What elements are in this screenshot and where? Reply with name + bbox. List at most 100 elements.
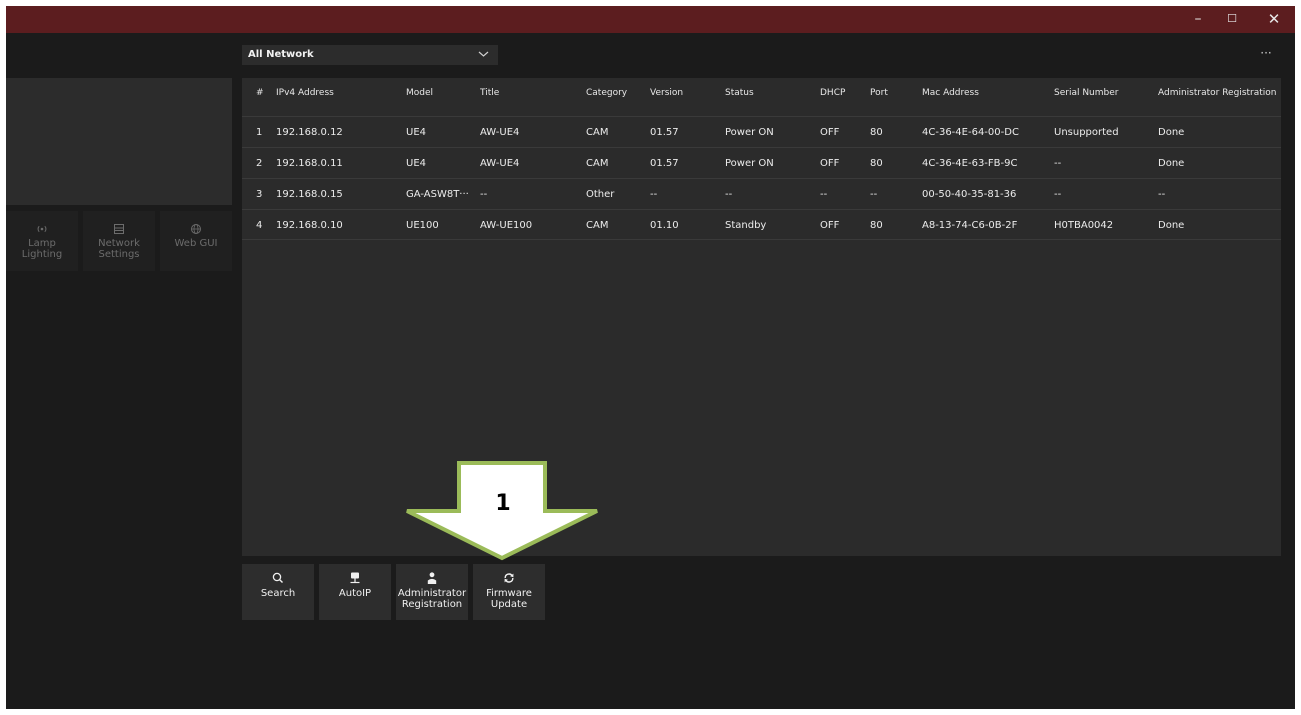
- cell-index: 1: [256, 127, 263, 138]
- col-header-ipv4[interactable]: IPv4 Address: [276, 78, 396, 109]
- cell-serial: Unsupported: [1054, 127, 1119, 138]
- cell-mac: A8-13-74-C6-0B-2F: [922, 220, 1018, 231]
- web-gui-button[interactable]: Web GUI: [160, 211, 232, 271]
- sidebar-tools: Lamp Lighting Network Settings Web GUI: [6, 211, 232, 271]
- cell-serial: --: [1054, 189, 1062, 200]
- col-header-status[interactable]: Status: [725, 78, 815, 109]
- web-gui-label: Web GUI: [174, 238, 218, 249]
- cell-version: 01.57: [650, 127, 679, 138]
- maximize-button[interactable]: ☐: [1214, 6, 1250, 33]
- col-header-admin-registration[interactable]: Administrator Registration: [1158, 78, 1280, 109]
- cell-status: Power ON: [725, 127, 774, 138]
- app-window: – ☐ ✕ All Network ··· Lamp Lighting Netw…: [6, 6, 1295, 709]
- cell-category: CAM: [586, 220, 609, 231]
- col-header-port[interactable]: Port: [870, 78, 910, 109]
- cell-serial: --: [1054, 158, 1062, 169]
- cell-category: CAM: [586, 127, 609, 138]
- network-settings-button[interactable]: Network Settings: [83, 211, 155, 271]
- cell-port: 80: [870, 127, 883, 138]
- table-row[interactable]: 3 192.168.0.15 GA-ASW8T··· -- Other -- -…: [242, 178, 1281, 209]
- col-header-dhcp[interactable]: DHCP: [820, 78, 870, 109]
- cell-version: --: [650, 189, 658, 200]
- firmware-update-label-2: Update: [490, 599, 528, 610]
- cell-ipv4: 192.168.0.10: [276, 220, 343, 231]
- col-header-title[interactable]: Title: [480, 78, 580, 109]
- col-header-mac[interactable]: Mac Address: [922, 78, 1042, 109]
- cell-model: UE4: [406, 158, 426, 169]
- chevron-down-icon: [478, 46, 489, 64]
- cell-title: AW-UE4: [480, 127, 520, 138]
- device-table: # IPv4 Address Model Title Category Vers…: [242, 78, 1281, 556]
- cell-dhcp: OFF: [820, 158, 840, 169]
- cell-serial: H0TBA0042: [1054, 220, 1114, 231]
- network-filter-value: All Network: [248, 49, 314, 60]
- network-settings-icon: [113, 223, 125, 235]
- globe-icon: [190, 223, 202, 235]
- network-settings-label-1: Network: [98, 238, 140, 249]
- col-header-index[interactable]: #: [256, 78, 276, 109]
- callout-step-number: 1: [495, 491, 511, 516]
- cell-title: --: [480, 189, 488, 200]
- network-filter-dropdown[interactable]: All Network: [242, 45, 498, 65]
- administrator-registration-button[interactable]: Administrator Registration: [396, 564, 468, 620]
- cell-version: 01.10: [650, 220, 679, 231]
- cell-port: --: [870, 189, 878, 200]
- lamp-lighting-label-2: Lighting: [21, 249, 63, 260]
- cell-version: 01.57: [650, 158, 679, 169]
- lamp-lighting-label-1: Lamp: [28, 238, 56, 249]
- cell-ipv4: 192.168.0.12: [276, 127, 343, 138]
- cell-port: 80: [870, 158, 883, 169]
- cell-index: 3: [256, 189, 263, 200]
- cell-dhcp: OFF: [820, 220, 840, 231]
- cell-title: AW-UE100: [480, 220, 533, 231]
- cell-status: Standby: [725, 220, 767, 231]
- cell-index: 4: [256, 220, 263, 231]
- cell-model: UE4: [406, 127, 426, 138]
- lamp-lighting-button[interactable]: Lamp Lighting: [6, 211, 78, 271]
- table-row[interactable]: 1 192.168.0.12 UE4 AW-UE4 CAM 01.57 Powe…: [242, 116, 1281, 147]
- cell-admin-registration: Done: [1158, 127, 1185, 138]
- cell-category: Other: [586, 189, 615, 200]
- user-icon: [425, 571, 439, 585]
- network-settings-label-2: Settings: [98, 249, 140, 260]
- cell-admin-registration: Done: [1158, 158, 1185, 169]
- auto-ip-icon: [348, 571, 362, 585]
- col-header-model[interactable]: Model: [406, 78, 476, 109]
- col-header-version[interactable]: Version: [650, 78, 710, 109]
- title-bar: – ☐ ✕: [6, 6, 1295, 33]
- cell-mac: 4C-36-4E-63-FB-9C: [922, 158, 1018, 169]
- search-label: Search: [260, 588, 296, 599]
- cell-mac: 4C-36-4E-64-00-DC: [922, 127, 1019, 138]
- firmware-update-label-1: Firmware: [486, 588, 532, 599]
- autoip-label: AutoIP: [338, 588, 372, 599]
- more-options-button[interactable]: ···: [1256, 46, 1276, 64]
- cell-dhcp: OFF: [820, 127, 840, 138]
- cell-status: Power ON: [725, 158, 774, 169]
- col-header-serial[interactable]: Serial Number: [1054, 78, 1154, 109]
- autoip-button[interactable]: AutoIP: [319, 564, 391, 620]
- camera-preview-panel: [6, 78, 232, 205]
- table-row[interactable]: 2 192.168.0.11 UE4 AW-UE4 CAM 01.57 Powe…: [242, 147, 1281, 178]
- refresh-icon: [502, 571, 516, 585]
- cell-title: AW-UE4: [480, 158, 520, 169]
- cell-category: CAM: [586, 158, 609, 169]
- search-button[interactable]: Search: [242, 564, 314, 620]
- administrator-registration-label-1: Administrator: [397, 588, 467, 599]
- cell-admin-registration: --: [1158, 189, 1166, 200]
- cell-ipv4: 192.168.0.11: [276, 158, 343, 169]
- administrator-registration-label-2: Registration: [401, 599, 463, 610]
- firmware-update-button[interactable]: Firmware Update: [473, 564, 545, 620]
- cell-ipv4: 192.168.0.15: [276, 189, 343, 200]
- cell-mac: 00-50-40-35-81-36: [922, 189, 1017, 200]
- cell-admin-registration: Done: [1158, 220, 1185, 231]
- col-header-category[interactable]: Category: [586, 78, 646, 109]
- close-button[interactable]: ✕: [1256, 6, 1292, 33]
- cell-model: GA-ASW8T···: [406, 189, 469, 200]
- table-row[interactable]: 4 192.168.0.10 UE100 AW-UE100 CAM 01.10 …: [242, 209, 1281, 240]
- table-header: # IPv4 Address Model Title Category Vers…: [242, 78, 1281, 109]
- cell-index: 2: [256, 158, 263, 169]
- cell-status: --: [725, 189, 733, 200]
- cell-port: 80: [870, 220, 883, 231]
- cell-dhcp: --: [820, 189, 828, 200]
- minimize-button[interactable]: –: [1180, 6, 1216, 33]
